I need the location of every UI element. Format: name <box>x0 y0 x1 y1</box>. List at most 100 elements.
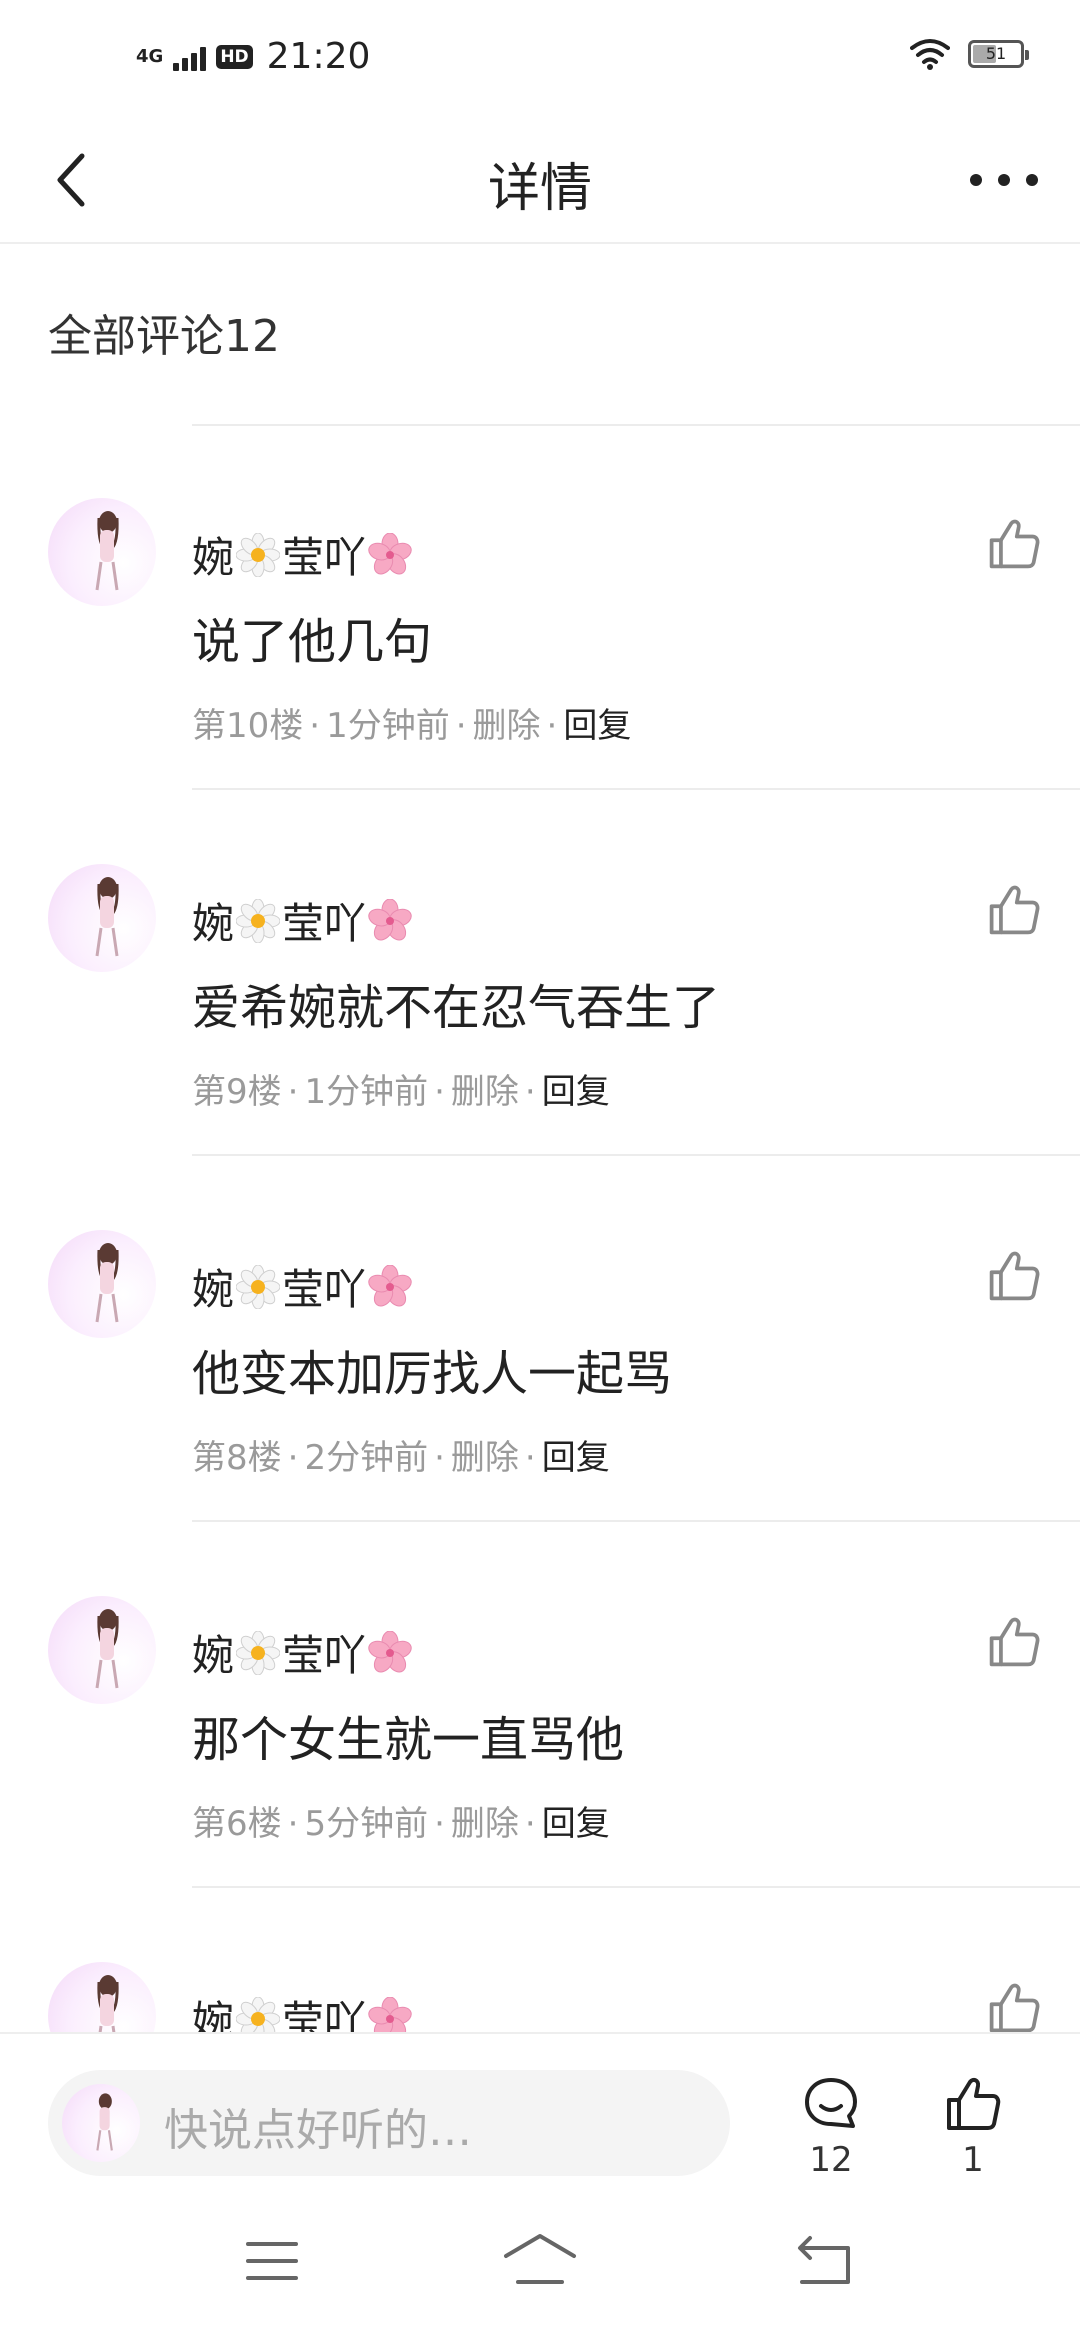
delete-button[interactable]: 删除 <box>451 1804 519 1844</box>
reply-button[interactable]: 回复 <box>563 706 631 746</box>
avatar[interactable] <box>48 498 156 606</box>
separator-dot: · <box>455 706 467 746</box>
separator-dot: · <box>546 706 558 746</box>
hd-badge: HD <box>216 44 253 69</box>
comment-author[interactable]: 婉莹吖 <box>192 890 414 951</box>
network-type: 4G <box>136 45 164 67</box>
avatar-figure <box>95 1609 119 1689</box>
separator-dot: · <box>309 706 321 746</box>
status-bar: 4G HD 21:20 51 <box>0 0 1080 120</box>
signal-icon <box>173 43 207 71</box>
divider <box>192 424 1080 426</box>
page-title: 详情 <box>487 159 592 219</box>
cherry-blossom-icon <box>368 898 412 940</box>
delete-button[interactable]: 删除 <box>451 1072 519 1112</box>
comments-count-header: 全部评论12 <box>48 311 280 362</box>
floor-number: 第8楼 <box>192 1438 282 1478</box>
comment-like-button[interactable] <box>986 882 1042 938</box>
author-name-part: 莹吖 <box>282 1631 367 1680</box>
daisy-icon <box>236 1264 281 1309</box>
input-placeholder: 快说点好听的… <box>164 2105 472 2156</box>
status-time: 21:20 <box>266 36 371 77</box>
separator-dot: · <box>524 1072 536 1112</box>
back-icon <box>798 2236 850 2284</box>
comment-text: 他变本加厉找人一起骂 <box>192 1346 673 1402</box>
comment-like-button[interactable] <box>986 1614 1042 1670</box>
comment-like-button[interactable] <box>986 516 1042 572</box>
floor-number: 第10楼 <box>192 706 304 746</box>
separator-dot: · <box>434 1438 445 1478</box>
nav-bar: 详情 <box>0 120 1080 244</box>
like-button[interactable]: 1 <box>928 2074 1018 2180</box>
comment-like-button[interactable] <box>986 1248 1042 1304</box>
comment-text: 那个女生就一直骂他 <box>192 1712 625 1768</box>
author-name-part: 莹吖 <box>282 533 367 582</box>
divider <box>192 1154 1080 1156</box>
like-count: 1 <box>962 2140 984 2180</box>
separator-dot: · <box>287 1072 299 1112</box>
delete-button[interactable]: 删除 <box>451 1438 519 1478</box>
avatar-figure <box>96 2093 113 2151</box>
reply-button[interactable]: 回复 <box>542 1804 610 1844</box>
thumbs-up-icon <box>989 1617 1040 1667</box>
thumbs-up-icon <box>989 1251 1040 1301</box>
avatar-figure <box>95 877 119 957</box>
home-button[interactable] <box>490 2226 590 2296</box>
menu-button[interactable] <box>222 2226 322 2296</box>
author-name-part: 婉 <box>192 899 235 948</box>
daisy-icon <box>236 532 281 577</box>
author-name-part: 莹吖 <box>282 1265 367 1314</box>
divider <box>192 788 1080 790</box>
reply-button[interactable]: 回复 <box>542 1072 610 1112</box>
cherry-blossom-icon <box>368 532 412 574</box>
thumbs-up-icon <box>947 2077 1001 2130</box>
wifi-icon <box>910 39 950 70</box>
status-right: 51 <box>910 38 1029 70</box>
comment-bubble-icon <box>805 2078 857 2128</box>
battery-tip <box>1025 50 1029 60</box>
cherry-blossom-icon <box>368 1264 412 1306</box>
comment-time: 1分钟前 <box>326 706 450 746</box>
separator-dot: · <box>524 1438 536 1478</box>
avatar[interactable] <box>48 1596 156 1704</box>
avatar[interactable] <box>48 1230 156 1338</box>
divider <box>192 1886 1080 1888</box>
author-name-part: 莹吖 <box>282 899 367 948</box>
comment-item[interactable]: 婉莹吖 他变本加厉找人一起骂 第8楼 · 2分钟前 · 删除 · 回复 <box>0 1226 1080 1592</box>
delete-button[interactable]: 删除 <box>473 706 541 746</box>
comment-author[interactable]: 婉莹吖 <box>192 1256 414 1317</box>
thumbs-up-icon <box>989 519 1040 569</box>
thumbs-up-icon <box>989 885 1040 935</box>
cherry-blossom-icon <box>368 1630 412 1672</box>
comment-like-button[interactable] <box>986 1980 1042 2036</box>
separator-dot: · <box>524 1804 536 1844</box>
more-button[interactable] <box>964 150 1044 210</box>
author-name-part: 婉 <box>192 1265 235 1314</box>
reply-button[interactable]: 回复 <box>542 1438 610 1478</box>
more-horizontal-icon <box>970 174 1038 186</box>
comment-button[interactable]: 12 <box>786 2074 876 2180</box>
separator-dot: · <box>287 1438 299 1478</box>
home-icon <box>504 2234 576 2284</box>
comment-author[interactable]: 婉莹吖 <box>192 524 414 585</box>
floor-number: 第6楼 <box>192 1804 282 1844</box>
battery-level: 51 <box>985 44 1007 63</box>
floor-number: 第9楼 <box>192 1072 282 1112</box>
comment-time: 1分钟前 <box>304 1072 429 1112</box>
comment-input[interactable]: 快说点好听的… <box>48 2070 730 2176</box>
thumbs-up-icon <box>989 1983 1040 2033</box>
comment-item[interactable]: 婉莹吖 那个女生就一直骂他 第6楼 · 5分钟前 · 删除 · 回复 <box>0 1592 1080 1958</box>
comment-text: 说了他几句 <box>192 614 433 670</box>
comment-text: 爱希婉就不在忍气吞生了 <box>192 980 721 1036</box>
comment-meta: 第10楼 · 1分钟前 · 删除 · 回复 <box>192 698 631 747</box>
avatar[interactable] <box>48 864 156 972</box>
comment-meta: 第6楼 · 5分钟前 · 删除 · 回复 <box>192 1796 610 1845</box>
daisy-icon <box>236 1630 281 1675</box>
avatar-figure <box>95 511 119 591</box>
avatar-figure <box>95 1243 119 1323</box>
comment-item[interactable]: 婉莹吖 说了他几句 第10楼 · 1分钟前 · 删除 · 回复 <box>0 494 1080 860</box>
comment-author[interactable]: 婉莹吖 <box>192 1622 414 1683</box>
system-back-button[interactable] <box>774 2226 874 2296</box>
avatar <box>62 2084 140 2162</box>
comment-item[interactable]: 婉莹吖 爱希婉就不在忍气吞生了 第9楼 · 1分钟前 · 删除 · 回复 <box>0 860 1080 1226</box>
